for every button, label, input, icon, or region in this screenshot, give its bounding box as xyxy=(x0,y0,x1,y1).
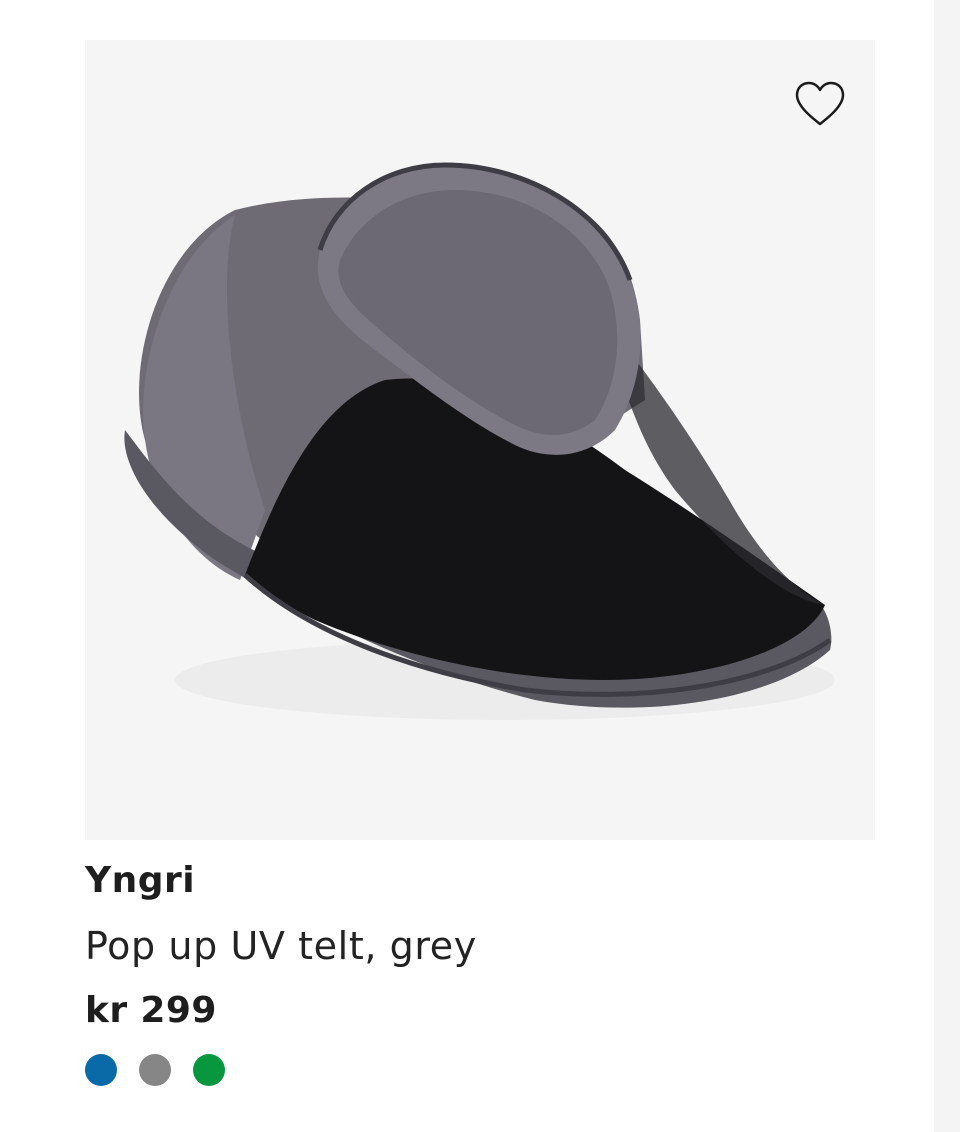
color-swatch-green[interactable] xyxy=(193,1054,225,1086)
product-price: kr 299 xyxy=(85,990,217,1031)
product-listing-page: Yngri Pop up UV telt, grey kr 299 xyxy=(0,0,960,1132)
tent-image xyxy=(124,162,835,720)
product-image[interactable] xyxy=(85,40,875,840)
product-brand: Yngri xyxy=(85,860,196,901)
color-swatch-grey[interactable] xyxy=(139,1054,171,1086)
heart-outline-icon xyxy=(795,81,845,126)
wishlist-button[interactable] xyxy=(789,76,851,132)
product-name[interactable]: Pop up UV telt, grey xyxy=(85,924,477,968)
product-card[interactable]: Yngri Pop up UV telt, grey kr 299 xyxy=(85,40,875,1110)
color-swatch-blue[interactable] xyxy=(85,1054,117,1086)
color-swatches xyxy=(85,1054,225,1086)
scroll-edge xyxy=(934,0,960,1132)
